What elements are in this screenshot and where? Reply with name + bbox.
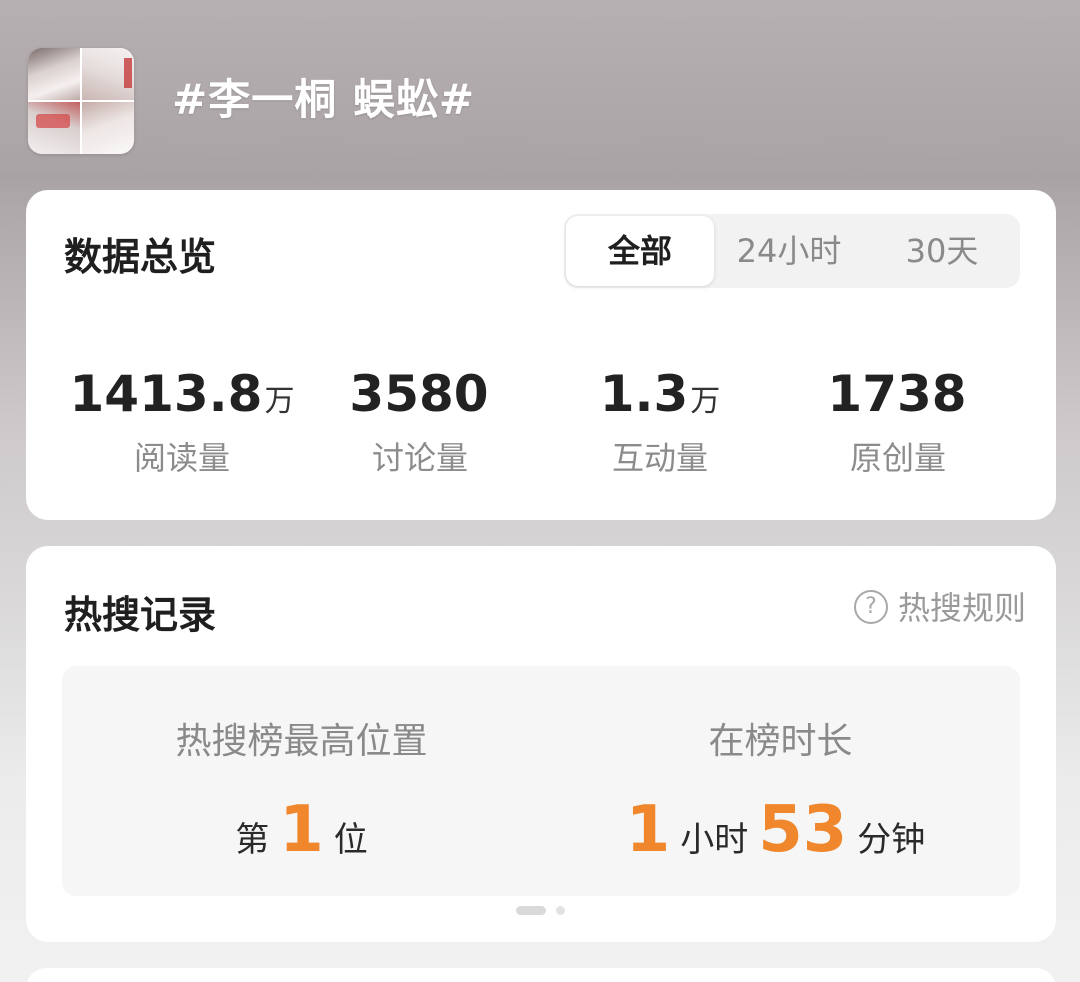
stat-interactions: 1.3万 互动量 xyxy=(540,362,780,480)
stat-label: 原创量 xyxy=(849,439,946,477)
tab-24-hours[interactable]: 24小时 xyxy=(714,214,864,288)
page-dot-active xyxy=(516,906,546,915)
thumbnail-divider xyxy=(80,48,82,154)
tab-30-days[interactable]: 30天 xyxy=(864,214,1020,288)
highest-position-value: 第1位 xyxy=(62,790,541,886)
thumbnail-detail xyxy=(124,58,132,88)
duration-hours-unit: 小时 xyxy=(680,820,749,860)
highest-position-block: 热搜榜最高位置 第1位 xyxy=(62,666,541,886)
overview-title: 数据总览 xyxy=(64,235,217,279)
stat-unit: 万 xyxy=(264,384,295,419)
duration-minutes-unit: 分钟 xyxy=(857,820,926,860)
stat-label: 阅读量 xyxy=(133,439,230,477)
stat-number: 1.3 xyxy=(599,365,689,423)
stat-value: 1738 xyxy=(778,362,1018,434)
stat-number: 1738 xyxy=(827,365,967,423)
hot-search-stats-panel[interactable]: 热搜榜最高位置 第1位 在榜时长 1 小时 53 分钟 xyxy=(62,666,1020,896)
stat-value: 1.3万 xyxy=(540,362,780,434)
stat-value: 1413.8万 xyxy=(62,362,302,434)
stat-label: 讨论量 xyxy=(371,439,468,477)
thumbnail-tile xyxy=(81,101,134,154)
page-dot xyxy=(556,906,565,915)
topic-title: #李一桐 蜈蚣# xyxy=(172,75,476,124)
question-circle-icon: ? xyxy=(853,590,888,624)
thumbnail-detail xyxy=(36,114,70,128)
duration-minutes: 53 xyxy=(758,793,848,867)
stat-value: 3580 xyxy=(300,362,540,434)
highest-position-label: 热搜榜最高位置 xyxy=(175,721,428,762)
rules-label: 热搜规则 xyxy=(897,589,1026,627)
topic-header: #李一桐 蜈蚣# xyxy=(0,0,1080,190)
hot-search-record-card: 热搜记录 ? 热搜规则 热搜榜最高位置 第1位 在榜时长 1 小时 53 分钟 xyxy=(26,546,1056,942)
duration-block: 在榜时长 1 小时 53 分钟 xyxy=(541,666,1020,886)
topic-thumbnail[interactable] xyxy=(28,48,134,154)
rank-suffix: 位 xyxy=(333,820,368,860)
stat-label: 互动量 xyxy=(611,439,708,477)
time-range-segmented-control: 全部 24小时 30天 xyxy=(564,214,1020,288)
thumbnail-tile xyxy=(28,48,81,101)
next-card xyxy=(26,968,1056,982)
rank-number: 1 xyxy=(279,793,324,867)
stat-reads: 1413.8万 阅读量 xyxy=(62,362,302,480)
data-overview-card: 数据总览 全部 24小时 30天 1413.8万 阅读量 3580 讨论量 1.… xyxy=(26,190,1056,520)
duration-value: 1 小时 53 分钟 xyxy=(541,790,1020,886)
stat-unit: 万 xyxy=(690,384,721,419)
stat-original-posts: 1738 原创量 xyxy=(778,362,1018,480)
tab-all[interactable]: 全部 xyxy=(566,216,714,286)
stat-number: 3580 xyxy=(349,365,489,423)
stat-discussions: 3580 讨论量 xyxy=(300,362,540,480)
hot-search-rules-link[interactable]: ? 热搜规则 xyxy=(853,588,1026,628)
duration-hours: 1 xyxy=(625,793,671,867)
rank-prefix: 第 xyxy=(235,820,270,860)
duration-label: 在榜时长 xyxy=(708,721,853,762)
hot-search-title: 热搜记录 xyxy=(64,593,217,637)
stat-number: 1413.8 xyxy=(69,365,263,423)
